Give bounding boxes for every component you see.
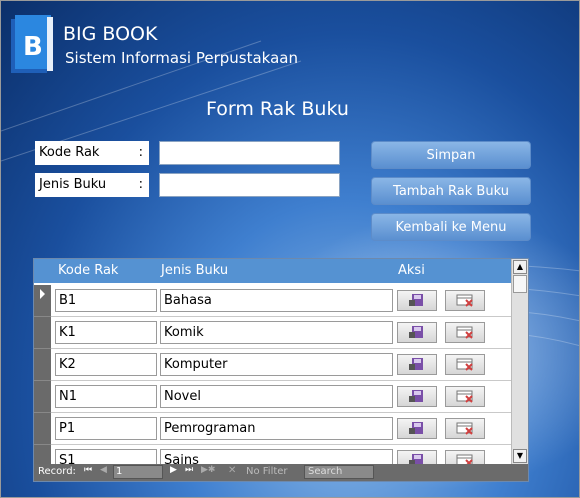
delete-button[interactable] xyxy=(445,418,485,439)
logo-letter: B xyxy=(23,32,43,62)
kode-rak-label: Kode Rak : xyxy=(35,141,149,165)
header-aksi: Aksi xyxy=(398,263,425,278)
no-filter-label[interactable]: No Filter xyxy=(246,466,288,477)
new-record-icon[interactable]: ▶✱ xyxy=(201,465,215,475)
record-selector[interactable] xyxy=(34,381,51,413)
edit-button[interactable] xyxy=(397,418,437,439)
next-record-icon[interactable]: ▶ xyxy=(170,465,177,475)
table-row[interactable]: N1 Novel xyxy=(34,381,512,413)
app-title: BIG BOOK xyxy=(63,23,158,45)
delete-button[interactable] xyxy=(445,290,485,311)
edit-button[interactable] xyxy=(397,386,437,407)
previous-record-icon[interactable]: ◀ xyxy=(100,465,107,475)
delete-button[interactable] xyxy=(445,322,485,343)
jenis-buku-cell[interactable]: Pemrograman xyxy=(160,417,393,440)
jenis-buku-label: Jenis Buku : xyxy=(35,173,149,197)
grid-header: Kode Rak Jenis Buku Aksi xyxy=(34,259,512,283)
record-navigation-bar: Record: ⏮ ◀ 1 ▶ ⏭ ▶✱ ✕ No Filter Search xyxy=(34,464,528,481)
delete-icon xyxy=(456,358,473,371)
edit-button[interactable] xyxy=(397,290,437,311)
edit-icon xyxy=(409,326,423,338)
kode-rak-cell[interactable]: N1 xyxy=(55,385,157,408)
kode-rak-cell[interactable]: P1 xyxy=(55,417,157,440)
header-kode-rak: Kode Rak xyxy=(58,263,119,278)
jenis-buku-cell[interactable]: Komputer xyxy=(160,353,393,376)
kembali-ke-menu-button[interactable]: Kembali ke Menu xyxy=(371,213,531,241)
record-selector[interactable] xyxy=(34,317,51,349)
jenis-buku-cell[interactable]: Novel xyxy=(160,385,393,408)
big-book-logo: B xyxy=(11,15,57,75)
jenis-buku-cell[interactable]: Bahasa xyxy=(160,289,393,312)
edit-icon xyxy=(409,294,423,306)
edit-icon xyxy=(409,390,423,402)
kode-rak-cell[interactable]: K2 xyxy=(55,353,157,376)
table-row[interactable]: K1 Komik xyxy=(34,317,512,349)
tambah-rak-buku-button[interactable]: Tambah Rak Buku xyxy=(371,177,531,205)
record-label: Record: xyxy=(38,466,76,477)
header-jenis-buku: Jenis Buku xyxy=(161,263,229,278)
current-record-field[interactable]: 1 xyxy=(113,465,163,479)
delete-icon xyxy=(456,422,473,435)
kode-rak-cell[interactable]: K1 xyxy=(55,321,157,344)
edit-button[interactable] xyxy=(397,322,437,343)
rak-buku-datasheet: Kode Rak Jenis Buku Aksi B1 Bahasa K1 Komik… xyxy=(33,258,529,482)
first-record-icon[interactable]: ⏮ xyxy=(84,465,92,475)
scroll-down-icon[interactable]: ▼ xyxy=(513,449,527,463)
filter-icon[interactable]: ✕ xyxy=(228,465,236,476)
delete-icon xyxy=(456,294,473,307)
form-title: Form Rak Buku xyxy=(206,98,349,120)
record-selector[interactable] xyxy=(34,285,51,317)
kode-rak-label-text: Kode Rak xyxy=(39,145,100,160)
main-form-window: B BIG BOOK Sistem Informasi Perpustakaan… xyxy=(0,0,580,498)
edit-icon xyxy=(409,358,423,370)
table-row[interactable]: K2 Komputer xyxy=(34,349,512,381)
delete-icon xyxy=(456,390,473,403)
scroll-up-icon[interactable]: ▲ xyxy=(513,260,527,274)
delete-icon xyxy=(456,326,473,339)
jenis-buku-input[interactable] xyxy=(159,173,340,197)
delete-button[interactable] xyxy=(445,386,485,407)
kode-rak-colon: : xyxy=(138,145,143,160)
table-row[interactable]: P1 Pemrograman xyxy=(34,413,512,445)
search-box[interactable]: Search xyxy=(304,465,374,479)
app-subtitle: Sistem Informasi Perpustakaan xyxy=(65,49,298,67)
simpan-button[interactable]: Simpan xyxy=(371,141,531,169)
jenis-buku-cell[interactable]: Komik xyxy=(160,321,393,344)
record-selector[interactable] xyxy=(34,413,51,445)
scroll-thumb[interactable] xyxy=(513,275,527,293)
vertical-scrollbar[interactable]: ▲ ▼ xyxy=(511,259,528,464)
delete-button[interactable] xyxy=(445,354,485,375)
kode-rak-input[interactable] xyxy=(159,141,340,165)
last-record-icon[interactable]: ⏭ xyxy=(185,465,193,475)
jenis-buku-label-text: Jenis Buku xyxy=(39,177,107,192)
kode-rak-cell[interactable]: B1 xyxy=(55,289,157,312)
record-selector[interactable] xyxy=(34,349,51,381)
table-row[interactable]: B1 Bahasa xyxy=(34,285,512,317)
jenis-buku-colon: : xyxy=(138,177,143,192)
edit-button[interactable] xyxy=(397,354,437,375)
edit-icon xyxy=(409,422,423,434)
